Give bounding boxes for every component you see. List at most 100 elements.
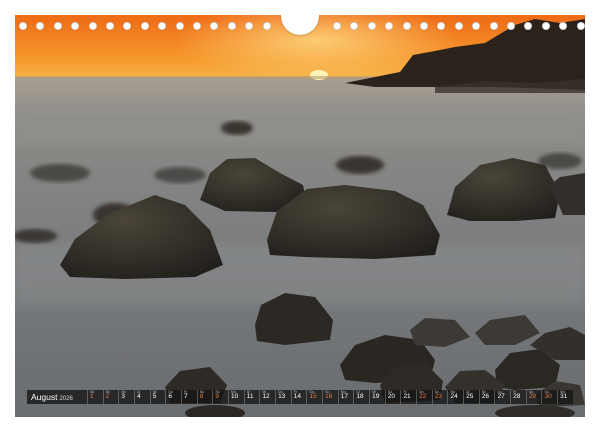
binding-hole: [385, 22, 394, 30]
day-cell: So 9: [212, 390, 228, 404]
month-name: August: [31, 392, 58, 402]
binding-hole: [71, 22, 80, 30]
day-number: 17: [340, 393, 348, 400]
day-cell: Do 20: [384, 390, 401, 404]
day-number: 29: [528, 393, 537, 400]
day-cell: Sa 29: [525, 390, 542, 404]
day-cell: Di 25: [463, 390, 479, 404]
day-number: 25: [466, 393, 474, 400]
calendar-strip: August 2026 Sa 1 So 2 Mo 3 Di 4 Mi 5 Do 6 Fr 7 Sa 8 So 9 Mo…: [27, 390, 573, 404]
day-cell: Sa 15: [306, 390, 322, 404]
binding-hole: [106, 22, 114, 30]
day-cell: Do 6: [165, 390, 181, 404]
day-number: 27: [497, 393, 505, 400]
day-number: 14: [293, 393, 301, 400]
month-label: August 2026: [27, 392, 87, 402]
binding-hole: [19, 22, 27, 30]
binding-hole: [193, 22, 201, 30]
day-cell: Mi 12: [259, 390, 275, 404]
day-number: 7: [184, 393, 188, 400]
day-cell: So 23: [431, 390, 448, 404]
day-cell: So 2: [102, 390, 119, 404]
binding-hole: [53, 22, 62, 30]
day-number: 12: [262, 393, 270, 400]
binding-hole: [158, 22, 167, 30]
binding-hole: [402, 22, 411, 30]
day-number: 28: [513, 393, 521, 400]
day-number: 30: [544, 393, 552, 400]
binding-hole: [559, 22, 568, 30]
day-row: Sa 1 So 2 Mo 3 Di 4 Mi 5 Do 6 Fr 7 Sa 8 So 9 Mo 10 Di 11 Mi 12 D…: [87, 390, 573, 404]
day-number: 31: [560, 393, 568, 400]
day-cell: Di 4: [134, 390, 150, 404]
binding-hole: [454, 22, 463, 30]
day-cell: Mi 5: [149, 390, 166, 404]
binding-hole: [245, 22, 254, 30]
year-label: 2026: [59, 396, 73, 402]
binding-hole: [437, 22, 446, 30]
day-cell: Di 18: [353, 390, 369, 404]
binding-hole: [524, 22, 533, 30]
binding-hole: [140, 22, 149, 30]
binding-hole: [576, 22, 585, 30]
day-number: 6: [168, 393, 172, 400]
calendar-page: August 2026 Sa 1 So 2 Mo 3 Di 4 Mi 5 Do 6 Fr 7 Sa 8 So 9 Mo…: [0, 0, 600, 432]
day-number: 20: [387, 393, 395, 400]
day-number: 4: [137, 393, 141, 400]
seascape-image: [15, 15, 585, 417]
binding-hole: [175, 22, 184, 30]
binding-hole: [507, 22, 515, 30]
day-number: 13: [278, 393, 286, 400]
day-cell: Fr 21: [400, 390, 416, 404]
day-cell: Fr 28: [510, 390, 526, 404]
binding-hole: [88, 22, 97, 30]
day-number: 18: [356, 393, 364, 400]
day-cell: Mo 31: [557, 390, 573, 404]
day-cell: Fr 7: [181, 390, 197, 404]
binding-hole: [262, 22, 271, 30]
day-cell: Sa 1: [87, 390, 103, 404]
day-cell: Mo 3: [118, 390, 134, 404]
day-number: 10: [231, 393, 239, 400]
day-number: 5: [152, 393, 157, 400]
day-cell: Mo 10: [228, 390, 244, 404]
binding-hole: [123, 22, 132, 30]
sunset-seascape-photo: [15, 15, 585, 417]
day-cell: So 16: [322, 390, 338, 404]
day-number: 11: [246, 393, 254, 400]
binding-hole: [367, 22, 376, 30]
day-number: 22: [419, 393, 427, 400]
day-cell: Sa 22: [416, 390, 432, 404]
day-number: 16: [325, 393, 333, 400]
day-cell: Do 13: [275, 390, 291, 404]
day-number: 3: [121, 393, 125, 400]
day-number: 15: [309, 393, 317, 400]
binding-hole: [36, 22, 45, 30]
binding-hole: [210, 22, 219, 30]
binding-hole: [420, 22, 428, 30]
day-number: 8: [199, 393, 204, 400]
binding-hole: [227, 22, 236, 30]
day-cell: Mo 17: [337, 390, 354, 404]
binding-hole: [333, 22, 341, 30]
day-number: 2: [105, 393, 110, 400]
day-cell: Mi 19: [369, 390, 385, 404]
binding-hole: [489, 22, 498, 30]
day-number: 26: [481, 393, 490, 400]
day-number: 1: [90, 393, 94, 400]
day-cell: Do 27: [494, 390, 510, 404]
day-number: 23: [434, 393, 443, 400]
day-cell: Fr 14: [290, 390, 307, 404]
day-cell: Sa 8: [196, 390, 213, 404]
day-cell: Mi 26: [478, 390, 495, 404]
day-cell: Di 11: [243, 390, 260, 404]
binding-hole: [350, 22, 359, 30]
day-number: 9: [215, 393, 219, 400]
day-cell: Mo 24: [447, 390, 463, 404]
binding-hole: [541, 22, 550, 30]
binding-hole: [472, 22, 481, 30]
day-number: 21: [403, 393, 411, 400]
day-cell: So 30: [541, 390, 557, 404]
day-number: 24: [450, 393, 458, 400]
day-number: 19: [372, 393, 380, 400]
